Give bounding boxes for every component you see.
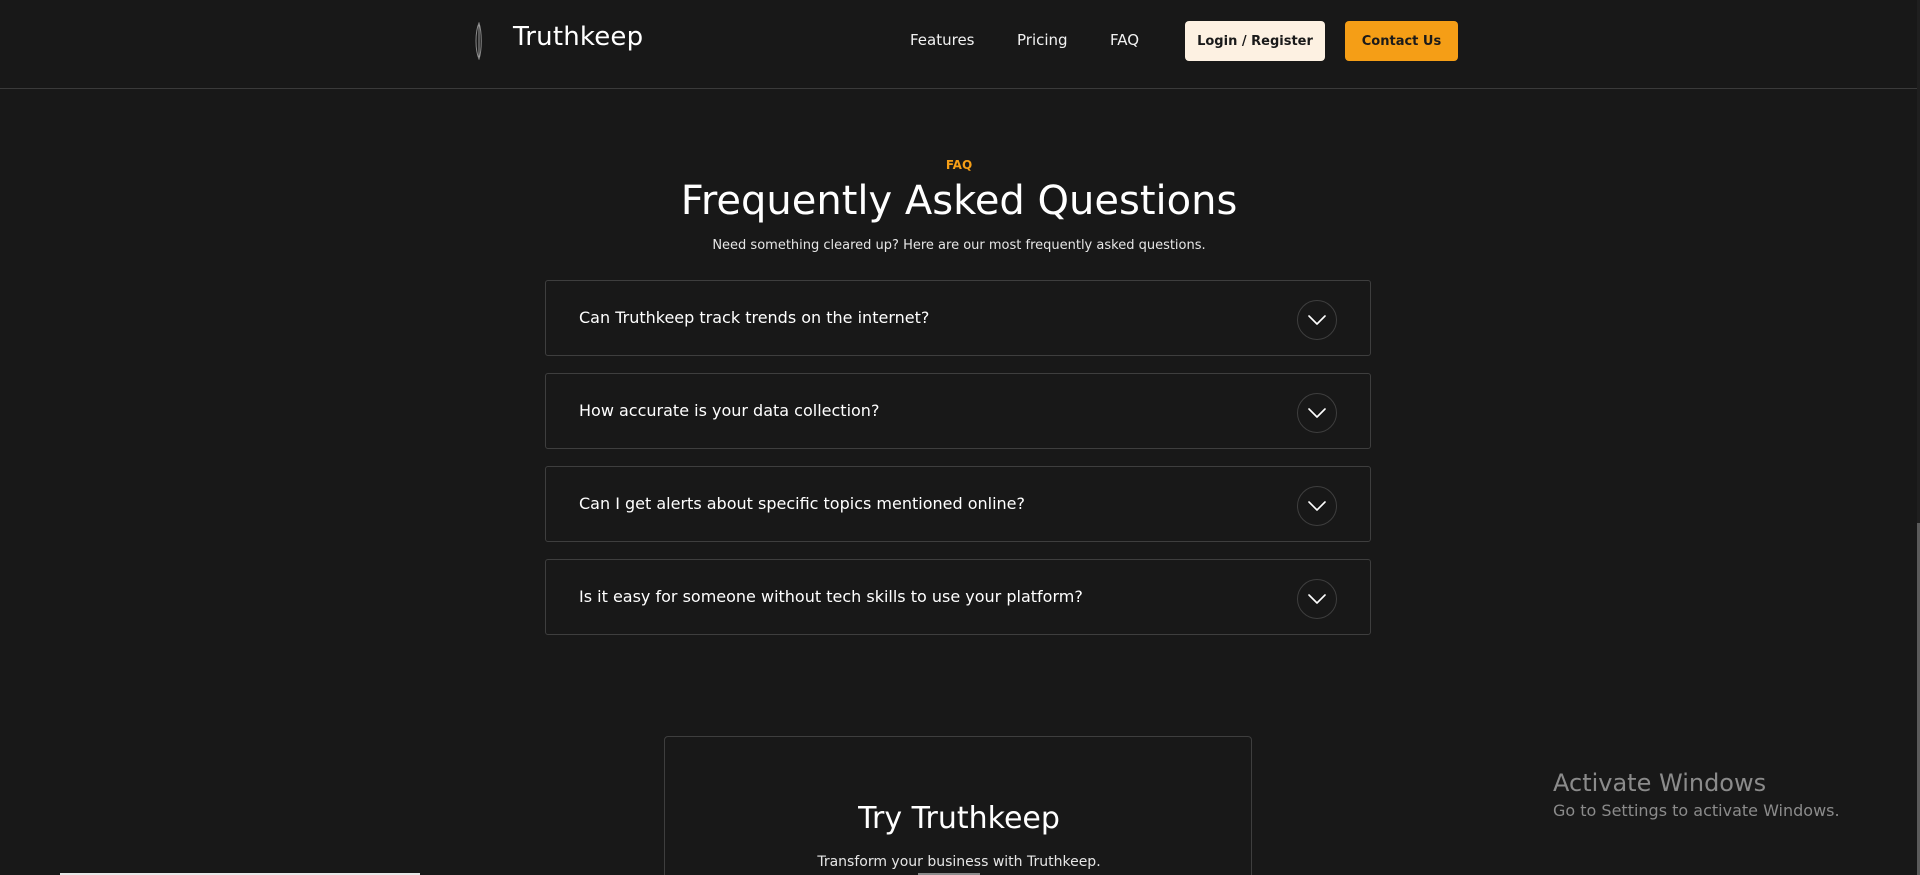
logo-icon[interactable] xyxy=(473,22,485,60)
chevron-down-icon xyxy=(1308,501,1326,511)
watermark-subtitle: Go to Settings to activate Windows. xyxy=(1553,801,1840,820)
brand-name[interactable]: Truthkeep xyxy=(513,22,643,52)
nav-link-features[interactable]: Features xyxy=(910,31,975,49)
faq-eyebrow: FAQ xyxy=(945,158,973,172)
faq-subtitle: Need something cleared up? Here are our … xyxy=(712,238,1206,253)
watermark-title: Activate Windows xyxy=(1553,769,1767,797)
chevron-down-icon xyxy=(1308,315,1326,325)
page: Truthkeep Features Pricing FAQ Login / R… xyxy=(0,0,1920,875)
faq-list: Can Truthkeep track trends on the intern… xyxy=(545,280,1371,652)
contact-us-button[interactable]: Contact Us xyxy=(1345,21,1458,61)
navbar: Truthkeep Features Pricing FAQ Login / R… xyxy=(0,0,1918,89)
faq-title: Frequently Asked Questions xyxy=(680,178,1238,224)
chevron-down-icon xyxy=(1308,594,1326,604)
nav-link-pricing[interactable]: Pricing xyxy=(1017,31,1068,49)
windows-activation-watermark: Activate Windows Go to Settings to activ… xyxy=(1553,768,1840,822)
faq-question: Is it easy for someone without tech skil… xyxy=(579,587,1083,606)
faq-item[interactable]: Is it easy for someone without tech skil… xyxy=(545,559,1371,635)
cta-subtitle: Transform your business with Truthkeep. xyxy=(817,854,1101,870)
faq-toggle-button[interactable] xyxy=(1297,393,1337,433)
login-register-button[interactable]: Login / Register xyxy=(1185,21,1325,61)
faq-toggle-button[interactable] xyxy=(1297,300,1337,340)
cta-card: Try Truthkeep Transform your business wi… xyxy=(664,736,1252,875)
nav-link-faq[interactable]: FAQ xyxy=(1110,31,1139,49)
faq-item[interactable]: How accurate is your data collection? xyxy=(545,373,1371,449)
faq-item[interactable]: Can I get alerts about specific topics m… xyxy=(545,466,1371,542)
faq-toggle-button[interactable] xyxy=(1297,579,1337,619)
faq-item[interactable]: Can Truthkeep track trends on the intern… xyxy=(545,280,1371,356)
faq-question: Can Truthkeep track trends on the intern… xyxy=(579,308,930,327)
faq-question: Can I get alerts about specific topics m… xyxy=(579,494,1026,513)
chevron-down-icon xyxy=(1308,408,1326,418)
faq-toggle-button[interactable] xyxy=(1297,486,1337,526)
cta-title: Try Truthkeep xyxy=(858,801,1060,836)
faq-question: How accurate is your data collection? xyxy=(579,401,880,420)
